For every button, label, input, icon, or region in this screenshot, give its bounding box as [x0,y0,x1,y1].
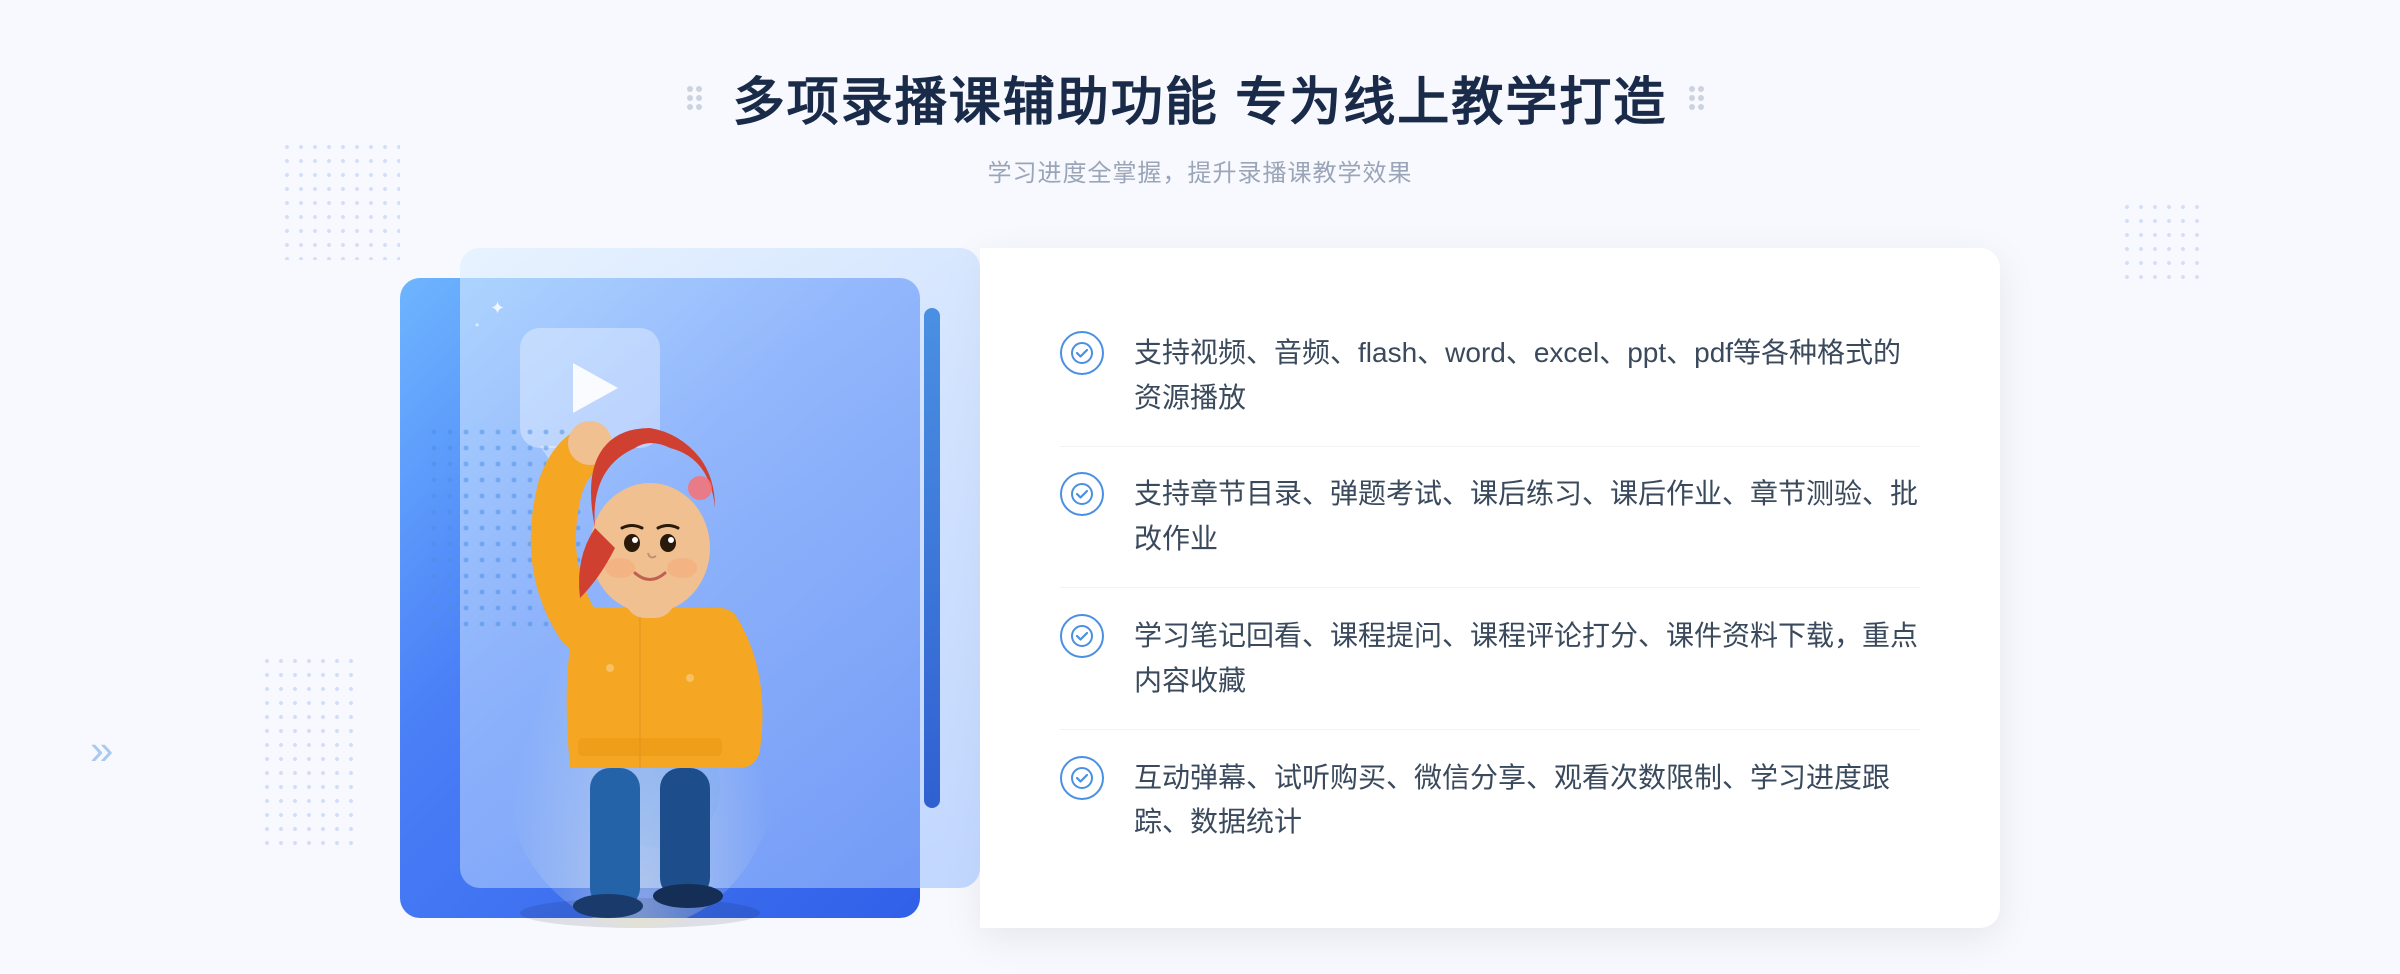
divider-1 [1060,446,1920,447]
dots-decoration-right [2120,200,2200,280]
feature-text-2: 支持章节目录、弹题考试、课后练习、课后作业、章节测验、批改作业 [1134,472,1920,562]
divider-2 [1060,587,1920,588]
page-title: 多项录播课辅助功能 专为线上教学打造 [733,60,1667,135]
accent-bar [924,308,940,808]
divider-3 [1060,729,1920,730]
main-content: 支持视频、音频、flash、word、excel、ppt、pdf等各种格式的资源… [400,248,2000,928]
check-icon-2 [1060,472,1104,516]
feature-item-2: 支持章节目录、弹题考试、课后练习、课后作业、章节测验、批改作业 [1060,452,1920,582]
chevron-double-right-icon: » [90,726,113,774]
header-section: 多项录播课辅助功能 专为线上教学打造 学习进度全掌握，提升录播课教学效果 [685,60,1715,188]
features-panel: 支持视频、音频、flash、word、excel、ppt、pdf等各种格式的资源… [980,248,2000,928]
feature-text-3: 学习笔记回看、课程提问、课程评论打分、课件资料下载，重点内容收藏 [1134,614,1920,704]
page-wrapper: » 多项录播课辅助功能 专为线上教学打造 [0,0,2400,974]
dots-decoration-bottom [260,654,360,854]
feature-item-3: 学习笔记回看、课程提问、课程评论打分、课件资料下载，重点内容收藏 [1060,594,1920,724]
header-dots-left-icon [685,84,713,112]
check-icon-4 [1060,756,1104,800]
feature-item-1: 支持视频、音频、flash、word、excel、ppt、pdf等各种格式的资源… [1060,311,1920,441]
check-icon-3 [1060,614,1104,658]
page-subtitle: 学习进度全掌握，提升录播课教学效果 [685,153,1715,188]
dots-decoration-left [280,140,400,260]
feature-text-1: 支持视频、音频、flash、word、excel、ppt、pdf等各种格式的资源… [1134,331,1920,421]
header-dots-right-icon [1687,84,1715,112]
check-icon-1 [1060,331,1104,375]
title-wrapper: 多项录播课辅助功能 专为线上教学打造 [685,60,1715,135]
girl-illustration [460,368,840,928]
feature-item-4: 互动弹幕、试听购买、微信分享、观看次数限制、学习进度跟踪、数据统计 [1060,736,1920,866]
feature-text-4: 互动弹幕、试听购买、微信分享、观看次数限制、学习进度跟踪、数据统计 [1134,756,1920,846]
illustration-panel [400,248,980,928]
